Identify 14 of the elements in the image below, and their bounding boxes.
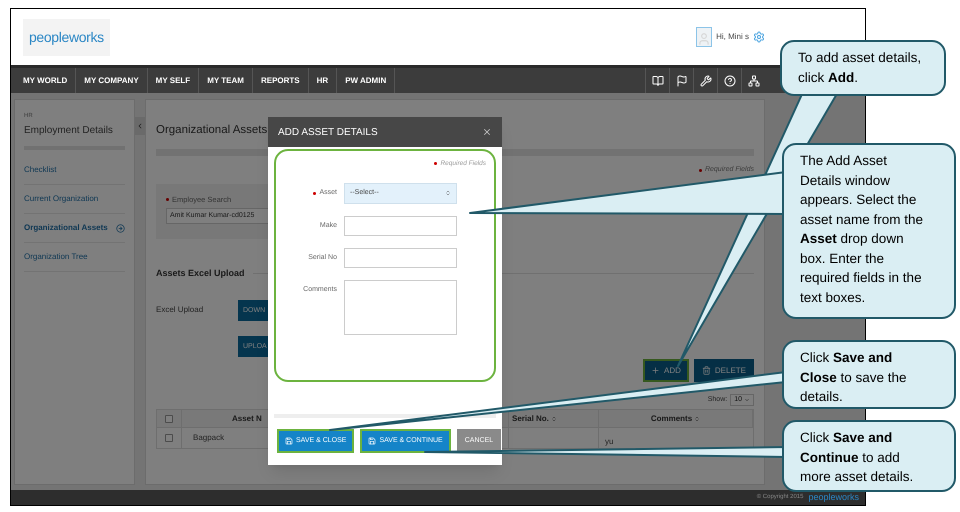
- callout: Click Save and Close to save the details.: [782, 340, 956, 409]
- footer-logo: peopleworks: [808, 490, 859, 504]
- callout: Click Save and Continue to add more asset details.: [782, 420, 956, 492]
- logo: peopleworks: [23, 18, 110, 56]
- table-cell: Bagpack: [193, 432, 224, 444]
- user-greeting: Hi, Mini s: [716, 31, 749, 43]
- table-cell: yu: [605, 436, 614, 448]
- section-title: Assets Excel Upload: [156, 266, 245, 280]
- field-label: Excel Upload: [156, 304, 204, 316]
- dialog-title: ADD ASSET DETAILS: [278, 126, 378, 140]
- sidebar-title: Employment Details: [24, 124, 114, 138]
- callout: To add asset details, click Add.: [780, 40, 946, 96]
- callout: The Add Asset Details window appears. Select the asset name from the Asset drop down box. Enter the required fields in the text boxes.: [782, 143, 956, 319]
- page-title: Organizational Assets: [156, 123, 268, 138]
